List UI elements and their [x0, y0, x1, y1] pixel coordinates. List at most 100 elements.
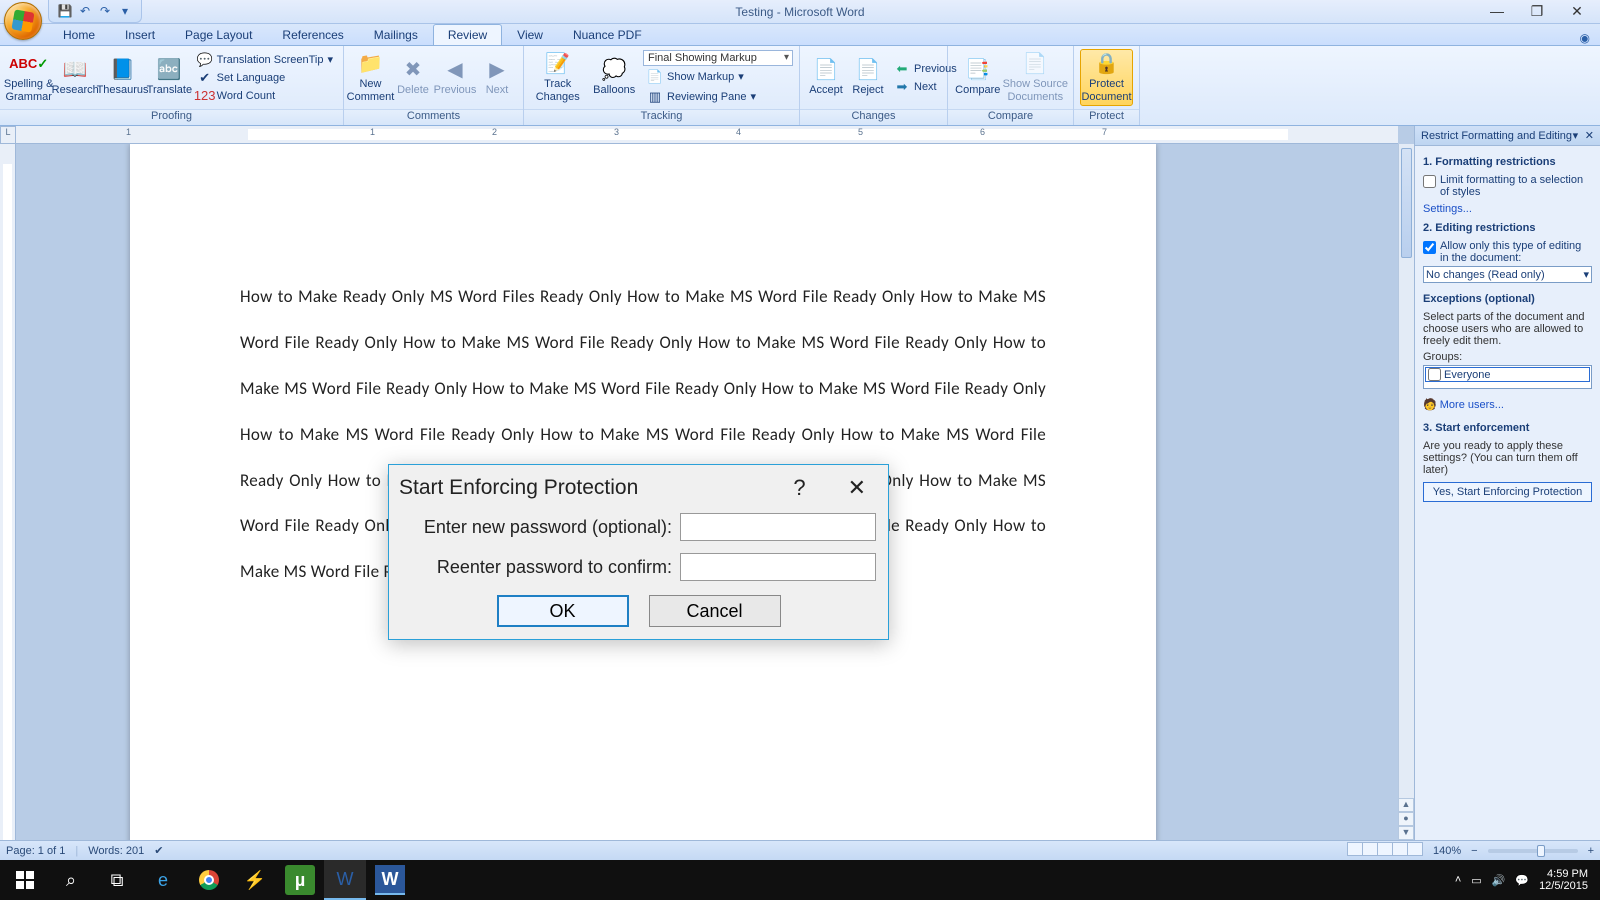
cancel-button[interactable]: Cancel [649, 595, 781, 627]
page-status[interactable]: Page: 1 of 1 [6, 845, 65, 857]
set-language-button[interactable]: ✔Set Language [193, 69, 337, 87]
everyone-checkbox[interactable] [1428, 368, 1441, 381]
task-view-icon[interactable]: ⧉ [96, 860, 138, 900]
tab-insert[interactable]: Insert [110, 24, 170, 45]
zoom-in-icon[interactable]: + [1588, 845, 1594, 857]
utorrent-icon[interactable]: µ [285, 865, 315, 895]
word-count-status[interactable]: Words: 201 [88, 845, 144, 857]
editing-type-select[interactable]: No changes (Read only)▾ [1423, 266, 1592, 283]
research-button[interactable]: 📖Research [53, 56, 97, 98]
tab-view[interactable]: View [502, 24, 558, 45]
start-button[interactable] [4, 860, 46, 900]
horizontal-ruler[interactable]: 1 1 2 3 4 5 6 7 [16, 126, 1398, 144]
reject-button[interactable]: 📄Reject [848, 56, 888, 98]
vertical-ruler[interactable] [0, 144, 16, 840]
show-source-button[interactable]: 📄Show Source Documents [1004, 50, 1067, 104]
taskpane-close-icon[interactable]: ✕ [1585, 129, 1594, 142]
prev-page-icon[interactable]: ▲ [1398, 798, 1414, 812]
scroll-thumb[interactable] [1401, 148, 1412, 258]
limit-formatting-checkbox[interactable]: Limit formatting to a selection of style… [1423, 172, 1592, 200]
pane-icon: ▥ [647, 89, 663, 105]
formatting-settings-link[interactable]: Settings... [1423, 200, 1592, 218]
more-users-link[interactable]: 🧑 More users... [1423, 395, 1592, 414]
thesaurus-button[interactable]: 📘Thesaurus [99, 56, 146, 98]
help-icon[interactable]: ◉ [1580, 31, 1600, 45]
volume-icon[interactable]: 🔊 [1492, 874, 1506, 887]
ruler-origin[interactable]: L [0, 126, 16, 144]
compare-icon: 📑 [966, 58, 990, 82]
compare-button[interactable]: 📑Compare [954, 56, 1002, 98]
tab-review[interactable]: Review [433, 24, 502, 45]
track-icon: 📝 [546, 52, 570, 76]
balloons-button[interactable]: 💭Balloons [587, 56, 641, 98]
clock[interactable]: 4:59 PM 12/5/2015 [1539, 868, 1588, 892]
document-viewport: How to Make Ready Only MS Word Files Rea… [0, 144, 1414, 840]
tab-home[interactable]: Home [48, 24, 110, 45]
maximize-button[interactable]: ❐ [1528, 3, 1546, 20]
tab-page-layout[interactable]: Page Layout [170, 24, 267, 45]
redo-icon[interactable]: ↷ [97, 3, 113, 19]
group-label: Protect [1074, 109, 1139, 125]
translate-button[interactable]: 🔤Translate [148, 56, 191, 98]
word-2013-icon[interactable]: W [375, 865, 405, 895]
display-for-review-dropdown[interactable]: Final Showing Markup [643, 50, 793, 66]
translation-screentip-button[interactable]: 💬Translation ScreenTip ▾ [193, 51, 337, 69]
proofing-status-icon[interactable]: ✔ [154, 844, 163, 857]
ok-button[interactable]: OK [497, 595, 629, 627]
password-input[interactable] [680, 513, 876, 541]
previous-comment-button[interactable]: ◀Previous [435, 56, 475, 98]
taskpane-menu-icon[interactable]: ▾ [1573, 129, 1579, 142]
group-label: Tracking [524, 109, 799, 125]
ruler-tick: 1 [370, 127, 375, 137]
dialog-close-icon[interactable]: ✕ [842, 475, 872, 501]
word-count-button[interactable]: 123Word Count [193, 87, 337, 105]
confirm-password-input[interactable] [680, 553, 876, 581]
tab-references[interactable]: References [267, 24, 358, 45]
accept-button[interactable]: 📄Accept [806, 56, 846, 98]
windows-taskbar: ⌕ ⧉ e ⚡ µ W W ˄ ▭ 🔊 💬 4:59 PM 12/5/2015 [0, 860, 1600, 900]
protect-document-button[interactable]: 🔒Protect Document [1080, 49, 1133, 105]
browse-object-icon[interactable]: ● [1398, 812, 1414, 826]
zoom-out-icon[interactable]: − [1471, 845, 1477, 857]
lock-icon: 🔒 [1095, 52, 1119, 76]
tab-mailings[interactable]: Mailings [359, 24, 433, 45]
dialog-help-icon[interactable]: ? [787, 475, 811, 501]
save-icon[interactable]: 💾 [57, 3, 73, 19]
action-center-icon[interactable]: 💬 [1515, 874, 1529, 887]
start-enforcing-button[interactable]: Yes, Start Enforcing Protection [1423, 482, 1592, 502]
tab-nuance-pdf[interactable]: Nuance PDF [558, 24, 657, 45]
close-button[interactable]: ✕ [1568, 3, 1586, 20]
enforce-protection-dialog: Start Enforcing Protection ? ✕ Enter new… [388, 464, 889, 640]
minimize-button[interactable]: — [1488, 3, 1506, 20]
delete-comment-button[interactable]: ✖Delete [393, 56, 433, 98]
next-comment-button[interactable]: ▶Next [477, 56, 517, 98]
undo-icon[interactable]: ↶ [77, 3, 93, 19]
vertical-scrollbar[interactable]: ▲ ● ▼ [1398, 144, 1414, 840]
groups-listbox[interactable]: Everyone [1423, 365, 1592, 389]
qat-more-icon[interactable]: ▾ [117, 3, 133, 19]
next-icon: ▶ [485, 58, 509, 82]
new-comment-icon: 📁 [359, 52, 383, 76]
section-formatting: 1. Formatting restrictions [1423, 156, 1592, 168]
thesaurus-icon: 📘 [111, 58, 135, 82]
show-markup-button[interactable]: 📄Show Markup ▾ [643, 68, 793, 86]
track-changes-button[interactable]: 📝Track Changes [530, 50, 585, 104]
view-buttons[interactable] [1348, 842, 1423, 859]
new-comment-button[interactable]: 📁New Comment [350, 50, 391, 104]
word-2007-icon[interactable]: W [324, 860, 366, 900]
office-button[interactable] [4, 2, 42, 40]
allow-editing-checkbox[interactable]: Allow only this type of editing in the d… [1423, 238, 1592, 266]
network-icon[interactable]: ▭ [1471, 874, 1481, 887]
tray-chevron-icon[interactable]: ˄ [1455, 874, 1461, 886]
spelling-grammar-button[interactable]: ABC✓Spelling & Grammar [6, 50, 51, 104]
search-icon[interactable]: ⌕ [50, 860, 92, 900]
edge-icon[interactable]: e [142, 860, 184, 900]
reviewing-pane-button[interactable]: ▥Reviewing Pane ▾ [643, 88, 793, 106]
zoom-slider[interactable] [1488, 849, 1578, 853]
chrome-icon[interactable] [188, 860, 230, 900]
ruler-tick: 6 [980, 127, 985, 137]
winamp-icon[interactable]: ⚡ [234, 860, 276, 900]
zoom-level[interactable]: 140% [1433, 845, 1461, 857]
next-page-icon[interactable]: ▼ [1398, 826, 1414, 840]
exceptions-text: Select parts of the document and choose … [1423, 309, 1592, 349]
